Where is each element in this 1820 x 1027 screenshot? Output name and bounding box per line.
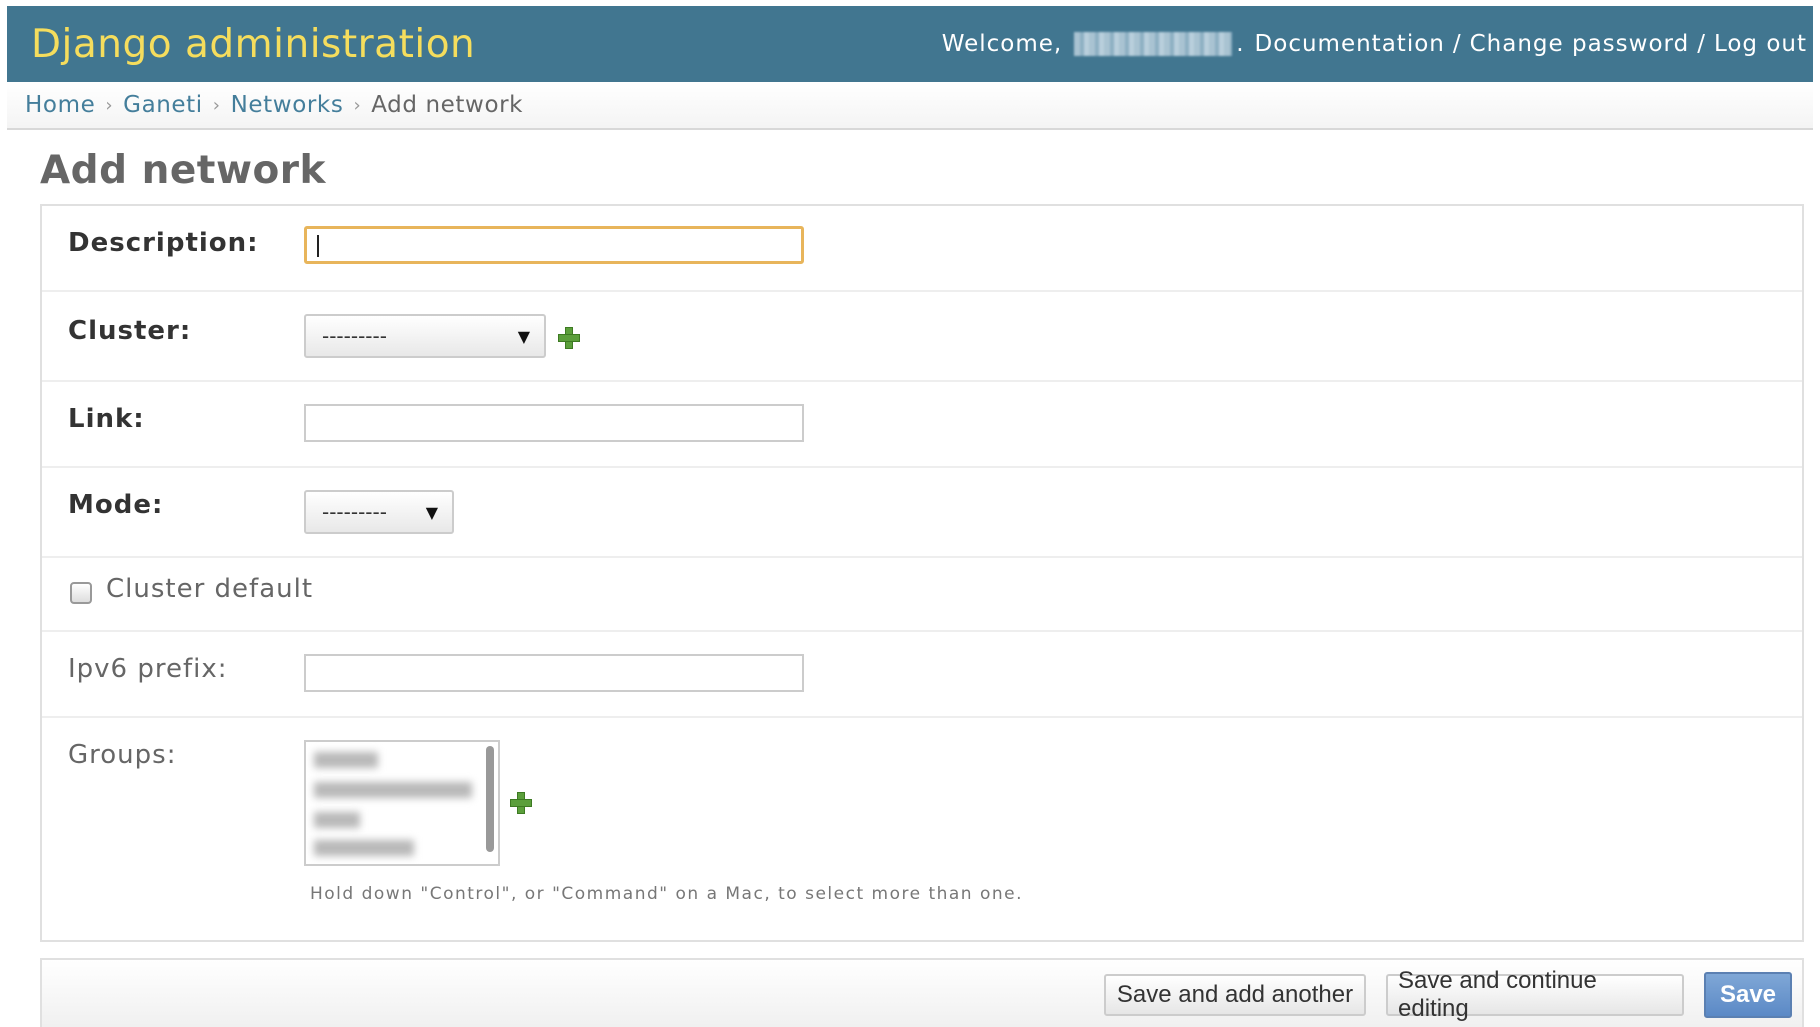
breadcrumb-current: Add network — [371, 92, 524, 118]
network-form: Description: Cluster: --------- ▼ Link: … — [40, 204, 1804, 942]
cluster-default-checkbox[interactable] — [70, 582, 92, 604]
breadcrumb-chevron-icon: › — [105, 94, 114, 116]
description-field[interactable] — [304, 226, 804, 264]
form-row-cluster-default: Cluster default — [42, 558, 1802, 632]
logout-link[interactable]: Log out — [1714, 31, 1807, 57]
groups-help-text: Hold down "Control", or "Command" on a M… — [310, 884, 1024, 904]
page-title: Add network — [40, 148, 326, 193]
welcome-text: Welcome, — [941, 31, 1063, 57]
list-item[interactable] — [314, 812, 360, 828]
admin-page: Django administration Welcome, . Documen… — [7, 6, 1813, 1027]
link-field[interactable] — [304, 404, 804, 442]
mode-select[interactable]: --------- ▼ — [304, 490, 454, 534]
list-item[interactable] — [314, 840, 414, 856]
user-tools: Welcome, . Documentation / Change passwo… — [942, 31, 1813, 57]
text-caret — [317, 235, 319, 257]
ipv6-prefix-field[interactable] — [304, 654, 804, 692]
chevron-down-icon: ▼ — [517, 326, 530, 346]
save-and-add-another-button[interactable]: Save and add another — [1104, 974, 1366, 1016]
add-cluster-icon[interactable] — [558, 327, 580, 349]
breadcrumb-ganeti[interactable]: Ganeti — [123, 92, 203, 118]
form-row-ipv6-prefix: Ipv6 prefix: — [42, 632, 1802, 718]
link-label: Link: — [68, 404, 145, 434]
submit-row: Save and add another Save and continue e… — [40, 958, 1804, 1027]
mode-label: Mode: — [68, 490, 164, 520]
username-redacted — [1074, 32, 1233, 56]
documentation-link[interactable]: Documentation — [1255, 31, 1445, 57]
breadcrumb-chevron-icon: › — [212, 94, 221, 116]
breadcrumb-chevron-icon: › — [353, 94, 362, 116]
breadcrumb-home[interactable]: Home — [25, 92, 95, 118]
save-button[interactable]: Save — [1704, 972, 1792, 1018]
mode-selected-value: --------- — [322, 500, 387, 524]
cluster-select[interactable]: --------- ▼ — [304, 314, 546, 358]
form-row-link: Link: — [42, 382, 1802, 468]
description-label: Description: — [68, 228, 259, 258]
chevron-down-icon: ▼ — [425, 502, 438, 522]
username-period: . — [1236, 31, 1245, 57]
form-row-mode: Mode: --------- ▼ — [42, 468, 1802, 558]
scrollbar[interactable] — [486, 746, 494, 852]
cluster-default-label[interactable]: Cluster default — [106, 574, 313, 604]
form-row-cluster: Cluster: --------- ▼ — [42, 292, 1802, 382]
add-group-icon[interactable] — [510, 792, 532, 814]
groups-multiselect[interactable] — [304, 740, 500, 866]
separator: / — [1697, 31, 1706, 57]
groups-label: Groups: — [68, 740, 177, 770]
header: Django administration Welcome, . Documen… — [7, 6, 1813, 82]
list-item[interactable] — [314, 782, 472, 798]
list-item[interactable] — [314, 752, 378, 768]
cluster-label: Cluster: — [68, 316, 192, 346]
cluster-selected-value: --------- — [322, 324, 387, 348]
breadcrumb-networks[interactable]: Networks — [231, 92, 344, 118]
ipv6-prefix-label: Ipv6 prefix: — [68, 654, 228, 684]
save-and-continue-button[interactable]: Save and continue editing — [1386, 967, 1684, 1022]
breadcrumb: Home › Ganeti › Networks › Add network — [7, 82, 1813, 130]
separator: / — [1452, 31, 1462, 57]
form-row-description: Description: — [42, 206, 1802, 292]
site-branding[interactable]: Django administration — [7, 22, 475, 67]
form-row-groups: Groups: Hold down "Control", or "Command… — [42, 718, 1802, 942]
change-password-link[interactable]: Change password — [1470, 31, 1690, 57]
